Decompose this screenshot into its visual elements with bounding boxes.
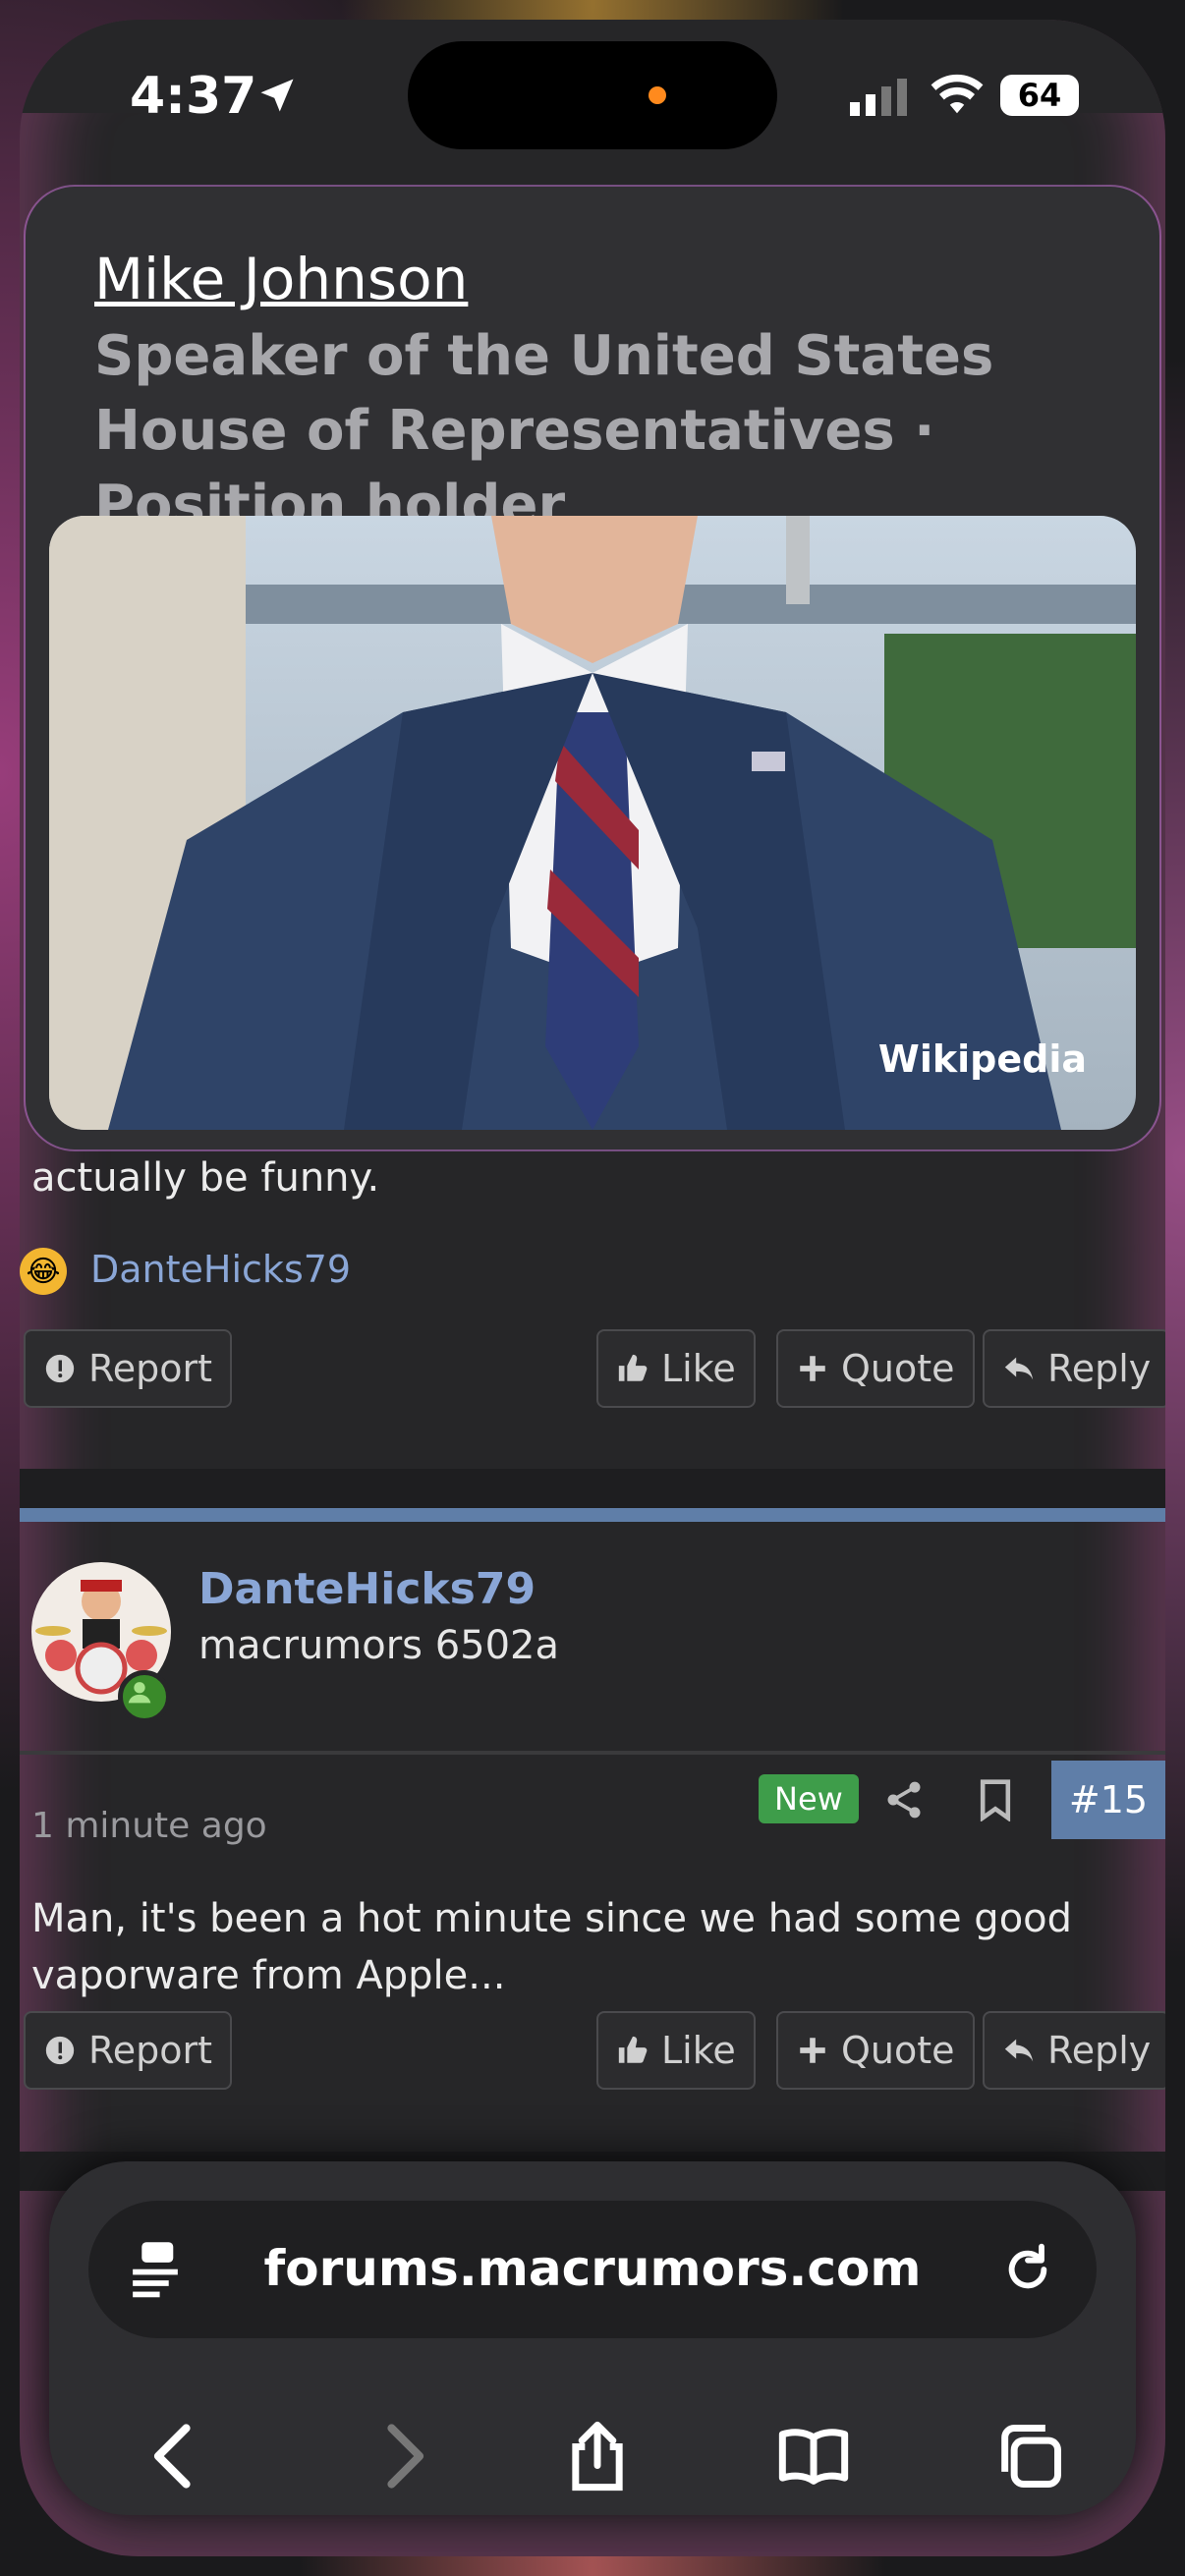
reply-label: Reply — [1047, 2029, 1152, 2072]
bookmarks-book-icon[interactable] — [776, 2419, 851, 2493]
address-bar[interactable]: forums.macrumors.com — [88, 2201, 1097, 2338]
quote-button[interactable]: Quote — [776, 2011, 975, 2090]
quote-button[interactable]: Quote — [776, 1329, 975, 1408]
online-status-icon — [118, 1670, 171, 1723]
post-username[interactable]: DanteHicks79 — [198, 1564, 536, 1614]
status-time: 4:37 — [130, 67, 257, 126]
back-chevron-icon[interactable] — [140, 2419, 214, 2493]
meta-divider — [20, 1751, 1165, 1755]
cellular-signal-icon — [850, 79, 907, 116]
like-button[interactable]: Like — [596, 1329, 756, 1408]
post-text: actually be funny. — [31, 1155, 380, 1201]
reload-icon[interactable] — [1000, 2242, 1055, 2297]
share-icon[interactable] — [882, 1778, 926, 1821]
plus-icon — [800, 2038, 825, 2063]
report-label: Report — [88, 1347, 212, 1390]
post-accent-line — [20, 1508, 1165, 1522]
bookmark-icon[interactable] — [978, 1778, 1013, 1821]
post-number-link[interactable]: #15 — [1051, 1761, 1165, 1839]
report-label: Report — [88, 2029, 212, 2072]
reply-label: Reply — [1047, 1347, 1152, 1390]
preview-subtitle: Speaker of the United States House of Re… — [94, 324, 994, 537]
alert-circle-icon — [45, 2036, 75, 2065]
post-body: Man, it's been a hot minute since we had… — [31, 1896, 1073, 1998]
quote-label: Quote — [841, 2029, 955, 2072]
report-button[interactable]: Report — [24, 1329, 232, 1408]
phone-screen: 4:37 64 Mike Johnson Speaker of the Unit… — [20, 20, 1165, 2556]
plus-icon — [800, 1356, 825, 1381]
reply-button[interactable]: Reply — [983, 1329, 1165, 1408]
status-bar: 4:37 64 — [20, 20, 1165, 167]
new-badge: New — [759, 1774, 859, 1823]
post-timestamp[interactable]: 1 minute ago — [31, 1806, 267, 1846]
like-button[interactable]: Like — [596, 2011, 756, 2090]
location-arrow-icon — [260, 79, 294, 112]
browser-toolbar: forums.macrumors.com — [49, 2161, 1136, 2515]
alert-circle-icon — [45, 1354, 75, 1383]
reply-arrow-icon — [1004, 2039, 1034, 2062]
url-text: forums.macrumors.com — [263, 2240, 922, 2297]
like-label: Like — [661, 2029, 736, 2072]
reaction-user[interactable]: DanteHicks79 — [90, 1248, 351, 1291]
quote-label: Quote — [841, 1347, 955, 1390]
thumbs-up-icon — [618, 1354, 648, 1381]
forward-chevron-icon[interactable] — [364, 2419, 438, 2493]
laugh-reaction-icon: 😂 — [20, 1248, 67, 1295]
link-preview-card[interactable]: Mike Johnson Speaker of the United State… — [26, 187, 1159, 1149]
dynamic-island — [408, 41, 777, 149]
reply-arrow-icon — [1004, 1357, 1034, 1380]
post-separator — [20, 1469, 1165, 1508]
report-button[interactable]: Report — [24, 2011, 232, 2090]
wifi-icon — [931, 74, 984, 114]
preview-title[interactable]: Mike Johnson — [94, 246, 468, 312]
image-source-label: Wikipedia — [877, 1037, 1087, 1081]
battery-indicator: 64 — [1000, 75, 1079, 116]
privacy-indicator-dot — [649, 86, 666, 104]
reply-button[interactable]: Reply — [983, 2011, 1165, 2090]
user-title: macrumors 6502a — [198, 1623, 560, 1668]
thumbs-up-icon — [618, 2036, 648, 2063]
like-label: Like — [661, 1347, 736, 1390]
preview-image[interactable]: Wikipedia — [49, 516, 1136, 1130]
tabs-icon[interactable] — [992, 2419, 1067, 2493]
share-icon[interactable] — [560, 2419, 635, 2493]
